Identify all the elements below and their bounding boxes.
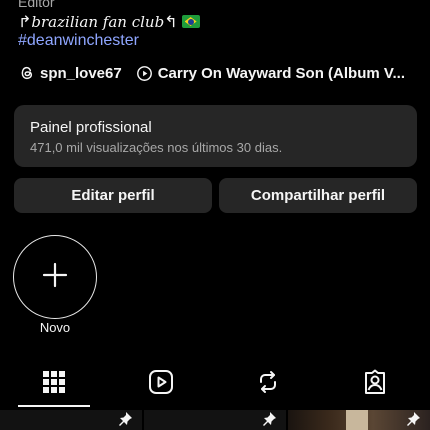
post-thumbnail[interactable] [0, 410, 142, 430]
dashboard-title: Painel profissional [30, 119, 152, 136]
repost-icon [256, 370, 280, 399]
reels-play-icon [148, 369, 174, 400]
music-track-link[interactable]: Carry On Wayward Son (Album V... [158, 65, 405, 82]
share-profile-button[interactable]: Compartilhar perfil [219, 178, 417, 213]
pin-icon [406, 412, 420, 426]
post-thumbnail[interactable] [288, 410, 430, 430]
bio-arrow-right: ↰ [164, 14, 178, 31]
bio-script-text: brazilian fan club [31, 13, 165, 31]
pin-icon [262, 412, 276, 426]
profile-category: Editor [18, 0, 55, 10]
grid-icon [42, 370, 65, 398]
tab-reposts[interactable] [214, 362, 321, 406]
bio-arrow-left: ↱ [18, 14, 32, 31]
professional-dashboard-card[interactable]: Painel profissional 471,0 mil visualizaç… [14, 105, 417, 167]
tab-grid[interactable] [0, 362, 107, 406]
new-highlight-button[interactable] [13, 235, 97, 319]
tab-reels[interactable] [107, 362, 214, 406]
tab-tagged[interactable] [321, 362, 428, 406]
brazil-flag-icon [181, 15, 200, 28]
music-play-icon [136, 64, 154, 82]
profile-links-row: spn_love67 Carry On Wayward Son (Album V… [18, 62, 405, 84]
bio-hashtag-link[interactable]: #deanwinchester [18, 31, 139, 51]
active-tab-indicator [18, 405, 90, 407]
post-grid [0, 410, 430, 430]
dashboard-subtitle: 471,0 mil visualizações nos últimos 30 d… [30, 140, 283, 155]
post-thumbnail[interactable] [144, 410, 286, 430]
bio-line: ↱brazilian fan club↰ [18, 12, 200, 33]
threads-icon [18, 64, 36, 82]
tagged-person-icon [362, 369, 388, 400]
threads-handle-link[interactable]: spn_love67 [40, 65, 122, 82]
plus-icon [42, 262, 68, 293]
new-highlight-label: Novo [39, 320, 71, 335]
pin-icon [118, 412, 132, 426]
profile-tab-bar [0, 362, 430, 408]
edit-profile-button[interactable]: Editar perfil [14, 178, 212, 213]
